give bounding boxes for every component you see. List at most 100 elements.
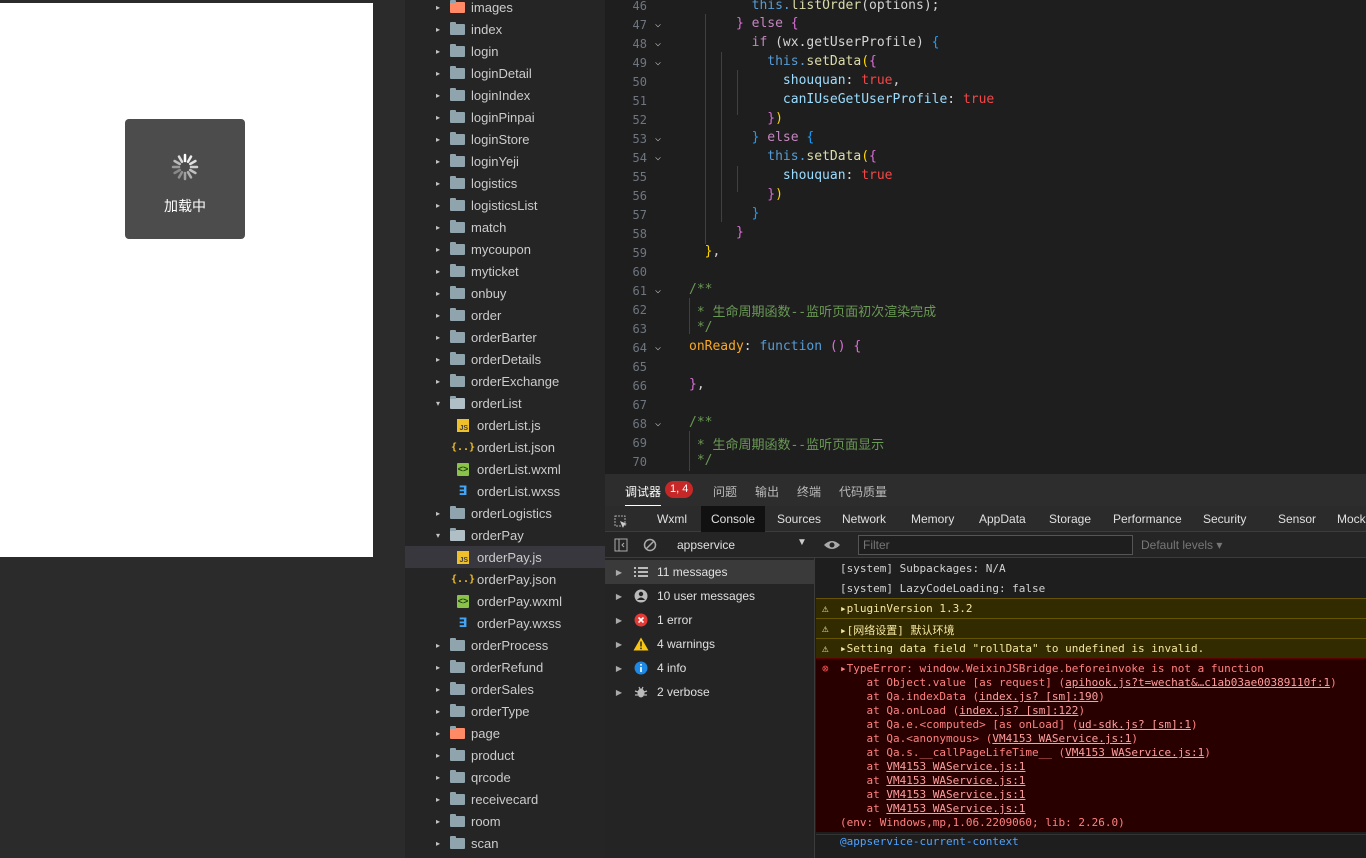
tab-sources[interactable]: Sources (777, 506, 821, 532)
tree-folder-item[interactable]: ▸ orderRefund (405, 656, 605, 678)
stack-link[interactable]: index.js? [sm]:122 (959, 704, 1078, 717)
chevron-right-icon[interactable]: ▸ (433, 134, 443, 144)
chevron-right-icon[interactable]: ▸ (433, 222, 443, 232)
fold-chevron-icon[interactable]: ⌵ (655, 38, 661, 49)
stack-link[interactable]: VM4153 WAService.js:1 (886, 788, 1025, 801)
tab-output[interactable]: 输出 (755, 483, 779, 500)
chevron-right-icon[interactable]: ▸ (433, 354, 443, 364)
chevron-right-icon[interactable]: ▸ (433, 90, 443, 100)
chevron-right-icon[interactable]: ▸ (433, 640, 443, 650)
chevron-right-icon[interactable]: ▸ (433, 112, 443, 122)
tree-folder-item[interactable]: ▸ match (405, 216, 605, 238)
chevron-right-icon[interactable]: ▸ (433, 156, 443, 166)
chevron-right-icon[interactable]: ▶ (605, 664, 633, 673)
fold-chevron-icon[interactable]: ⌵ (655, 152, 661, 163)
chevron-right-icon[interactable]: ▸ (433, 684, 443, 694)
chevron-right-icon[interactable]: ▸ (433, 750, 443, 760)
console-filter-item[interactable]: ▶ 4 warnings (605, 632, 815, 656)
stack-link[interactable]: apihook.js?t=wechat&…c1ab03ae00389110f:1 (1065, 676, 1330, 689)
tree-folder-item[interactable]: ▸ orderBarter (405, 326, 605, 348)
tab-performance[interactable]: Performance (1113, 506, 1182, 532)
stack-link[interactable]: index.js? [sm]:190 (979, 690, 1098, 703)
chevron-right-icon[interactable]: ▶ (605, 568, 633, 577)
chevron-right-icon[interactable]: ▸ (433, 838, 443, 848)
tree-folder-item[interactable]: ▸ mycoupon (405, 238, 605, 260)
tree-folder-item[interactable]: ▸ myticket (405, 260, 605, 282)
chevron-right-icon[interactable]: ▸ (433, 288, 443, 298)
stack-link[interactable]: ud-sdk.js? [sm]:1 (1078, 718, 1191, 731)
tree-file-item[interactable]: <> orderPay.wxml (405, 590, 605, 612)
tree-file-item[interactable]: JS orderPay.js (405, 546, 605, 568)
tab-debugger[interactable]: 调试器 (625, 483, 662, 507)
tree-folder-item[interactable]: ▸ scan (405, 832, 605, 854)
tree-file-item[interactable]: {..} orderPay.json (405, 568, 605, 590)
tab-memory[interactable]: Memory (911, 506, 954, 532)
tree-folder-item[interactable]: ▸ product (405, 744, 605, 766)
tree-file-item[interactable]: <> orderList.wxml (405, 458, 605, 480)
filter-input[interactable] (858, 535, 1133, 555)
tree-folder-item[interactable]: ▸ images (405, 0, 605, 18)
stack-link[interactable]: VM4153 WAService.js:1 (992, 732, 1131, 745)
chevron-down-icon[interactable]: ▼ (797, 537, 807, 548)
chevron-right-icon[interactable]: ▸ (433, 200, 443, 210)
clear-console-icon[interactable] (643, 538, 657, 555)
tab-code-quality[interactable]: 代码质量 (839, 483, 887, 500)
fold-chevron-icon[interactable]: ⌵ (655, 418, 661, 429)
chevron-right-icon[interactable]: ▸ (433, 310, 443, 320)
tree-folder-item[interactable]: ▸ order (405, 304, 605, 326)
tab-terminal[interactable]: 终端 (797, 483, 821, 500)
error-row[interactable]: ⊗ ▸TypeError: window.WeixinJSBridge.befor… (816, 658, 1366, 832)
tree-folder-item[interactable]: ▾ orderList (405, 392, 605, 414)
tab-appdata[interactable]: AppData (979, 506, 1026, 532)
tab-security[interactable]: Security (1203, 506, 1246, 532)
tree-folder-item[interactable]: ▾ orderPay (405, 524, 605, 546)
tree-file-item[interactable]: ∃ orderPay.wxss (405, 612, 605, 634)
chevron-right-icon[interactable]: ▸ (433, 816, 443, 826)
fold-chevron-icon[interactable]: ⌵ (655, 342, 661, 353)
tree-folder-item[interactable]: ▸ orderDetails (405, 348, 605, 370)
stack-link[interactable]: VM4153 WAService.js:1 (886, 802, 1025, 815)
tree-folder-item[interactable]: ▸ login (405, 40, 605, 62)
chevron-right-icon[interactable]: ▸ (433, 266, 443, 276)
tree-folder-item[interactable]: ▸ receivecard (405, 788, 605, 810)
console-filter-item[interactable]: ▶ 11 messages (605, 560, 815, 584)
console-filter-item[interactable]: ▶ 2 verbose (605, 680, 815, 704)
chevron-right-icon[interactable]: ▸ (433, 68, 443, 78)
console-filter-item[interactable]: ▶ 4 info (605, 656, 815, 680)
tab-storage[interactable]: Storage (1049, 506, 1091, 532)
tree-folder-item[interactable]: ▸ orderLogistics (405, 502, 605, 524)
chevron-right-icon[interactable]: ▸ (433, 24, 443, 34)
chevron-right-icon[interactable]: ▶ (605, 640, 633, 649)
simulator-page[interactable]: 加载中 (0, 3, 373, 557)
fold-chevron-icon[interactable]: ⌵ (655, 19, 661, 30)
warning-row[interactable]: ⚠ ▸Setting data field "rollData" to undef… (816, 638, 1366, 658)
log-levels-select[interactable]: Default levels ▾ (1141, 538, 1222, 552)
chevron-right-icon[interactable]: ▸ (433, 706, 443, 716)
stack-link[interactable]: VM4153 WAService.js:1 (886, 760, 1025, 773)
chevron-right-icon[interactable]: ▸ (433, 244, 443, 254)
inspect-icon[interactable] (614, 512, 628, 528)
warning-row[interactable]: ⚠ ▸[网络设置] 默认环境 (816, 618, 1366, 638)
tree-file-item[interactable]: JS orderList.js (405, 414, 605, 436)
chevron-right-icon[interactable]: ▶ (605, 688, 633, 697)
chevron-right-icon[interactable]: ▸ (433, 728, 443, 738)
tab-problems[interactable]: 问题 (713, 483, 737, 500)
tree-folder-item[interactable]: ▸ loginPinpai (405, 106, 605, 128)
tree-folder-item[interactable]: ▸ page (405, 722, 605, 744)
warning-row[interactable]: ⚠ ▸pluginVersion 1.3.2 (816, 598, 1366, 618)
console-filter-item[interactable]: ▶ 1 error (605, 608, 815, 632)
tree-folder-item[interactable]: ▸ index (405, 18, 605, 40)
fold-chevron-icon[interactable]: ⌵ (655, 133, 661, 144)
tree-folder-item[interactable]: ▸ room (405, 810, 605, 832)
tree-folder-item[interactable]: ▸ loginStore (405, 128, 605, 150)
fold-chevron-icon[interactable]: ⌵ (655, 57, 661, 68)
tree-folder-item[interactable]: ▸ orderType (405, 700, 605, 722)
tree-folder-item[interactable]: ▸ qrcode (405, 766, 605, 788)
tree-folder-item[interactable]: ▸ orderSales (405, 678, 605, 700)
eye-icon[interactable] (823, 538, 841, 555)
tab-mock[interactable]: Mock (1337, 506, 1366, 532)
chevron-right-icon[interactable]: ▸ (433, 508, 443, 518)
chevron-right-icon[interactable]: ▸ (433, 178, 443, 188)
fold-chevron-icon[interactable]: ⌵ (655, 285, 661, 296)
code-editor[interactable]: 46 47 ⌵ 48 ⌵ 49 ⌵ 50 51 52 53 ⌵ 54 ⌵ 55 56 57 58 59 60 61 ⌵ 62… (605, 0, 1366, 474)
